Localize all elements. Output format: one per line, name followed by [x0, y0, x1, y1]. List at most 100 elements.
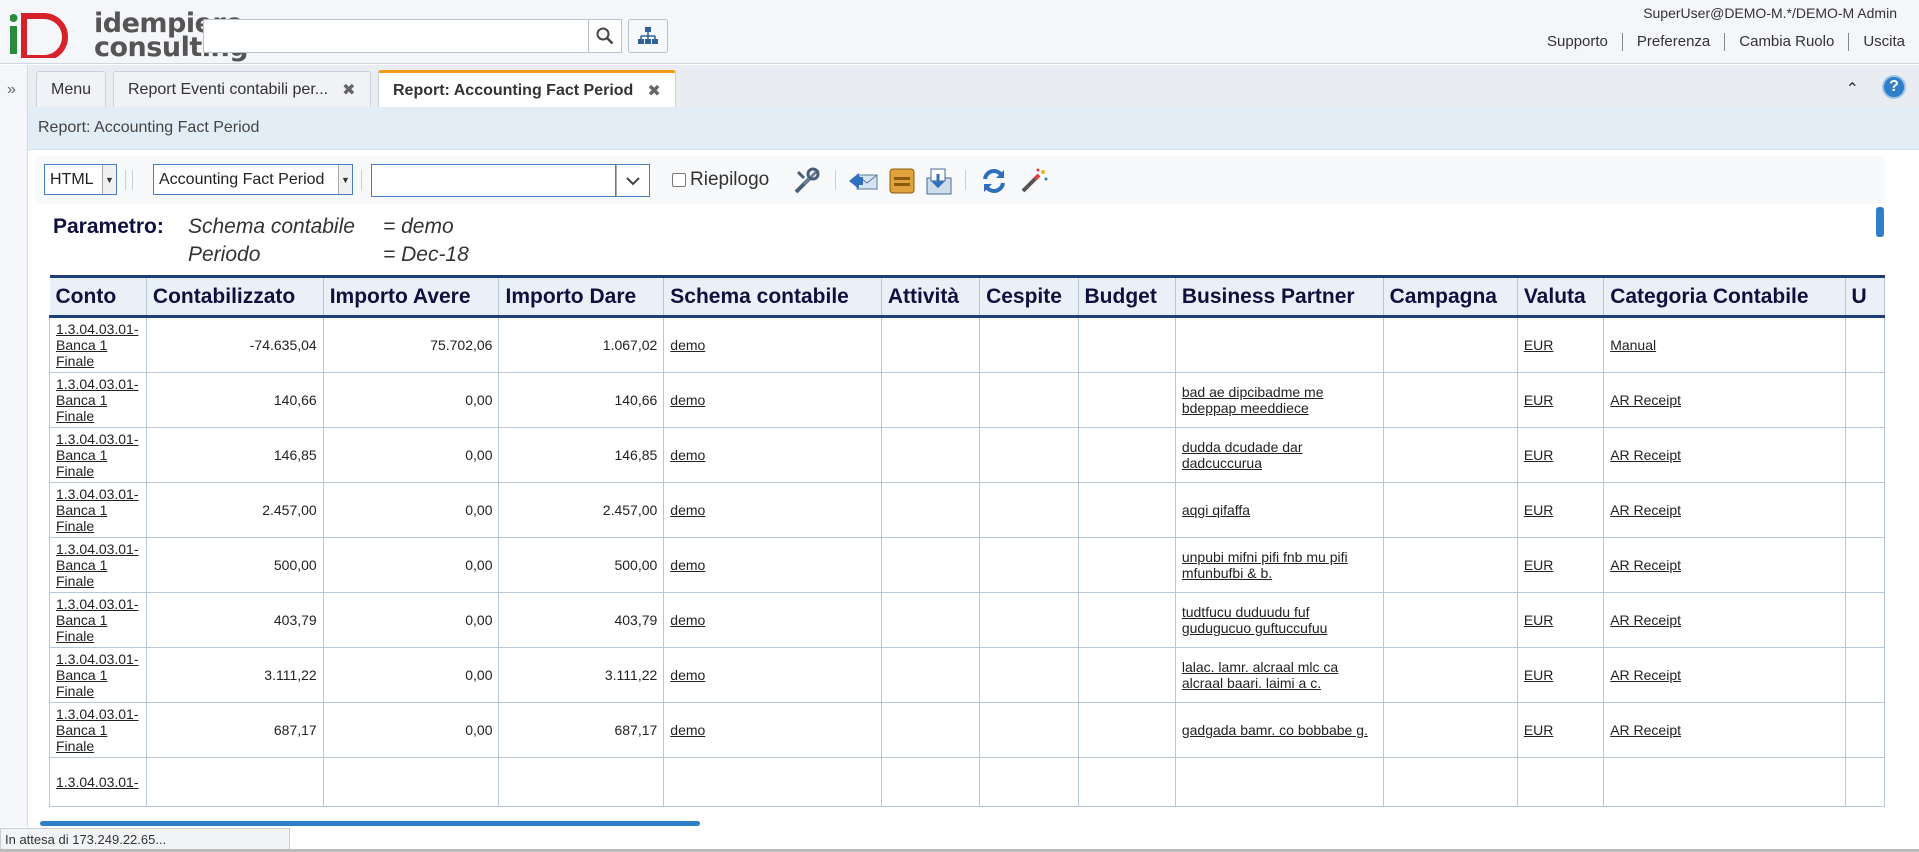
cell-budget — [1078, 702, 1176, 758]
cell-categoria: AR Receipt — [1603, 592, 1846, 648]
close-icon[interactable]: ✖ — [647, 81, 660, 101]
send-mail-button[interactable] — [846, 165, 880, 197]
archive-button[interactable] — [885, 165, 919, 197]
column-header[interactable]: Valuta — [1517, 275, 1605, 318]
tab-menu[interactable]: Menu — [36, 71, 107, 107]
bp-link[interactable]: aqgi qifaffa — [1182, 502, 1250, 518]
column-header[interactable]: Business Partner — [1175, 275, 1384, 318]
combo-dropdown-button[interactable] — [616, 164, 650, 197]
conto-link[interactable]: 1.3.04.03.01- — [56, 774, 139, 790]
expand-panel-icon[interactable]: » — [7, 81, 16, 99]
schema-link[interactable]: demo — [670, 667, 705, 683]
schema-link[interactable]: demo — [670, 557, 705, 573]
menu-tree-button[interactable] — [628, 19, 668, 53]
refresh-icon — [983, 169, 1005, 193]
bp-link[interactable]: gadgada bamr. co bobbabe g. — [1182, 722, 1368, 738]
bp-link[interactable]: dudda dcudade dar dadcuccurua — [1182, 439, 1303, 471]
conto-link[interactable]: 1.3.04.03.01-Banca 1 Finale — [56, 706, 139, 754]
valuta-link[interactable]: EUR — [1524, 337, 1554, 353]
categoria-link[interactable]: Manual — [1610, 337, 1656, 353]
valuta-link[interactable]: EUR — [1524, 667, 1554, 683]
wizard-button[interactable] — [1017, 165, 1051, 197]
cell-valuta: EUR — [1517, 537, 1605, 593]
conto-link[interactable]: 1.3.04.03.01-Banca 1 Finale — [56, 376, 139, 424]
link-supporto[interactable]: Supporto — [1533, 33, 1622, 51]
categoria-link[interactable]: AR Receipt — [1610, 392, 1681, 408]
report-table: Conto Contabilizzato Importo Avere Impor… — [49, 275, 1885, 807]
horizontal-scrollbar[interactable] — [40, 821, 700, 826]
categoria-link[interactable]: AR Receipt — [1610, 502, 1681, 518]
bp-link[interactable]: lalac. lamr. alcraal mlc ca alcraal baar… — [1182, 659, 1338, 691]
valuta-link[interactable]: EUR — [1524, 612, 1554, 628]
cell-conto: 1.3.04.03.01-Banca 1 Finale — [49, 372, 147, 428]
schema-link[interactable]: demo — [670, 337, 705, 353]
link-cambia-ruolo[interactable]: Cambia Ruolo — [1724, 33, 1848, 51]
column-header[interactable]: Budget — [1078, 275, 1176, 318]
column-header[interactable]: Importo Avere — [323, 275, 500, 318]
valuta-link[interactable]: EUR — [1524, 502, 1554, 518]
categoria-link[interactable]: AR Receipt — [1610, 722, 1681, 738]
categoria-link[interactable]: AR Receipt — [1610, 667, 1681, 683]
logo[interactable]: idempiere consulting — [10, 8, 249, 63]
parameter-label: Parametro: — [53, 215, 164, 238]
bp-link[interactable]: unpubi mifni pifi fnb mu pifi mfunbufbi … — [1182, 549, 1348, 581]
valuta-link[interactable]: EUR — [1524, 722, 1554, 738]
magic-wand-icon — [1021, 168, 1048, 193]
conto-link[interactable]: 1.3.04.03.01-Banca 1 Finale — [56, 486, 139, 534]
customize-button[interactable] — [790, 165, 824, 197]
vertical-scrollbar[interactable] — [1876, 207, 1884, 237]
collapse-header-icon[interactable]: ⌃ — [1846, 79, 1859, 99]
column-header[interactable]: Schema contabile — [663, 275, 882, 318]
valuta-link[interactable]: EUR — [1524, 557, 1554, 573]
schema-link[interactable]: demo — [670, 612, 705, 628]
cell-campagna — [1383, 427, 1518, 483]
conto-link[interactable]: 1.3.04.03.01-Banca 1 Finale — [56, 321, 139, 369]
cell-contab: -74.635,04 — [146, 316, 324, 373]
conto-link[interactable]: 1.3.04.03.01-Banca 1 Finale — [56, 596, 139, 644]
cell-conto: 1.3.04.03.01-Banca 1 Finale — [49, 647, 147, 703]
link-uscita[interactable]: Uscita — [1848, 33, 1919, 51]
report-view-combo[interactable] — [371, 164, 616, 197]
column-header[interactable]: Conto — [49, 275, 147, 318]
schema-link[interactable]: demo — [670, 722, 705, 738]
global-search-input[interactable] — [203, 19, 589, 53]
search-button[interactable] — [589, 19, 622, 53]
export-button[interactable] — [922, 165, 956, 197]
print-format-select[interactable]: Accounting Fact Period ▼ — [153, 164, 353, 195]
cell-bp: aqgi qifaffa — [1175, 482, 1384, 538]
column-header[interactable]: U — [1845, 275, 1885, 318]
column-header[interactable]: Contabilizzato — [146, 275, 324, 318]
conto-link[interactable]: 1.3.04.03.01-Banca 1 Finale — [56, 431, 139, 479]
column-header[interactable]: Attività — [881, 275, 981, 318]
schema-link[interactable]: demo — [670, 447, 705, 463]
checkbox[interactable] — [672, 173, 686, 187]
column-header[interactable]: Categoria Contabile — [1603, 275, 1846, 318]
help-icon[interactable]: ? — [1882, 75, 1906, 99]
cell-cespite — [979, 482, 1079, 538]
schema-link[interactable]: demo — [670, 392, 705, 408]
categoria-link[interactable]: AR Receipt — [1610, 447, 1681, 463]
cell-attivita — [881, 702, 981, 758]
conto-link[interactable]: 1.3.04.03.01-Banca 1 Finale — [56, 651, 139, 699]
valuta-link[interactable]: EUR — [1524, 392, 1554, 408]
refresh-button[interactable] — [977, 165, 1011, 197]
output-format-select[interactable]: HTML ▼ — [44, 164, 117, 195]
bp-link[interactable]: bad ae dipcibadme me bdeppap meeddiece — [1182, 384, 1324, 416]
categoria-link[interactable]: AR Receipt — [1610, 612, 1681, 628]
bp-link[interactable]: tudtfucu duduudu fuf gudugucuo guftuccuf… — [1182, 604, 1328, 636]
summary-checkbox[interactable]: Riepilogo — [672, 169, 769, 191]
tab-report-accounting[interactable]: Report: Accounting Fact Period ✖ — [378, 70, 676, 108]
user-info[interactable]: SuperUser@DEMO-M.*/DEMO-M Admin — [1643, 5, 1897, 21]
column-header[interactable]: Importo Dare — [498, 275, 665, 318]
schema-link[interactable]: demo — [670, 502, 705, 518]
tab-report-eventi[interactable]: Report Eventi contabili per... ✖ — [113, 71, 371, 107]
archive-icon — [889, 168, 915, 194]
valuta-link[interactable]: EUR — [1524, 447, 1554, 463]
conto-link[interactable]: 1.3.04.03.01-Banca 1 Finale — [56, 541, 139, 589]
column-header[interactable]: Cespite — [979, 275, 1079, 318]
categoria-link[interactable]: AR Receipt — [1610, 557, 1681, 573]
column-header[interactable]: Campagna — [1383, 275, 1518, 318]
link-preferenza[interactable]: Preferenza — [1621, 33, 1724, 51]
cell-cespite — [979, 537, 1079, 593]
close-icon[interactable]: ✖ — [342, 80, 355, 100]
